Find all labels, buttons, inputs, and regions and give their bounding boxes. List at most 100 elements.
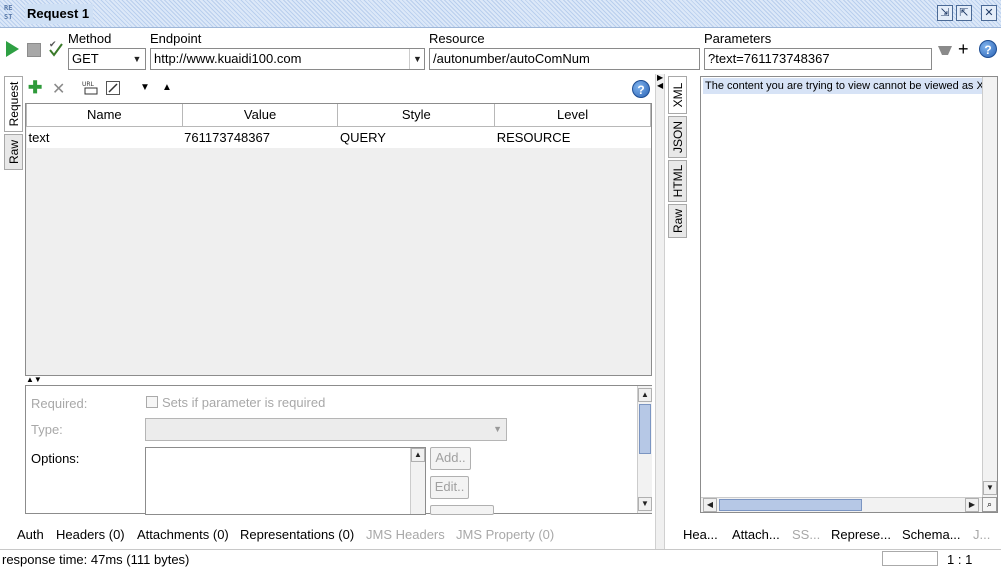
tab-response-representations[interactable]: Represe... <box>831 527 891 543</box>
tab-request[interactable]: Request <box>4 76 23 132</box>
resource-input[interactable]: /autonumber/autoComNum <box>429 48 700 70</box>
remove-option-button[interactable] <box>430 505 494 515</box>
required-label: Required: <box>31 396 88 411</box>
response-hscrollbar[interactable]: ◀ ▶ <box>701 497 982 512</box>
scroll-thumb[interactable] <box>639 404 651 454</box>
type-select[interactable]: ▼ <box>145 418 507 441</box>
tab-attachments[interactable]: Attachments (0) <box>137 527 229 543</box>
cursor-position: 1 : 1 <box>947 552 973 567</box>
table-row[interactable]: text 761173748367 QUERY RESOURCE <box>26 126 651 148</box>
tab-jms-headers[interactable]: JMS Headers <box>366 527 445 543</box>
close-icon[interactable]: ✕ <box>981 5 997 21</box>
help-icon[interactable]: ? <box>632 80 650 98</box>
response-viewer[interactable]: The content you are trying to view canno… <box>700 76 998 513</box>
response-message: The content you are trying to view canno… <box>703 78 983 94</box>
tab-json[interactable]: JSON <box>668 116 687 158</box>
scroll-up-icon[interactable]: ▲ <box>411 448 425 462</box>
cell-name[interactable]: text <box>26 126 183 148</box>
column-name[interactable]: Name <box>26 104 183 127</box>
add-icon[interactable]: + <box>958 39 969 59</box>
detach-icon[interactable]: ⇱ <box>956 5 972 21</box>
required-checkbox-label: Sets if parameter is required <box>162 395 326 410</box>
tab-schema[interactable]: Schema... <box>902 527 961 543</box>
parameters-value: ?text=761173748367 <box>708 51 830 66</box>
scroll-up-icon[interactable]: ▲ <box>638 388 652 402</box>
tab-jms[interactable]: J... <box>973 527 990 543</box>
column-style[interactable]: Style <box>337 104 496 127</box>
scroll-down-icon[interactable]: ▼ <box>638 497 652 511</box>
svg-text:✔: ✔ <box>49 40 57 50</box>
add-option-button[interactable]: Add.. <box>430 447 471 470</box>
tab-representations[interactable]: Representations (0) <box>240 527 354 543</box>
table-header: Name Value Style Level <box>26 104 651 127</box>
cell-style[interactable]: QUERY <box>337 126 495 148</box>
stop-icon[interactable] <box>27 43 41 57</box>
tab-headers[interactable]: Headers (0) <box>56 527 125 543</box>
tab-xml[interactable]: XML <box>668 76 687 114</box>
tab-raw-label: Raw <box>7 140 21 165</box>
response-time: response time: 47ms (111 bytes) <box>2 552 190 567</box>
tab-xml-label: XML <box>671 82 685 108</box>
split-divider[interactable]: ▶ ◀ <box>655 74 665 549</box>
parameters-label: Parameters <box>704 31 772 46</box>
scroll-right-icon[interactable]: ▶ <box>965 498 979 512</box>
tab-raw[interactable]: Raw <box>4 134 23 170</box>
tab-raw-response-label: Raw <box>671 209 685 234</box>
tab-response-headers[interactable]: Hea... <box>683 527 718 543</box>
tab-jms-property[interactable]: JMS Property (0) <box>456 527 554 543</box>
splitter-icon[interactable]: ▲▼ <box>26 376 42 384</box>
cell-value[interactable]: 761173748367 <box>182 126 338 148</box>
options-label: Options: <box>31 451 80 466</box>
options-list[interactable] <box>145 447 426 515</box>
chevron-down-icon: ▼ <box>493 424 502 434</box>
tab-raw-response[interactable]: Raw <box>668 204 687 238</box>
progress-bar <box>882 551 938 566</box>
endpoint-combo[interactable]: http://www.kuaidi100.com <box>150 48 425 70</box>
detail-scrollbar[interactable]: ▲ ▼ <box>637 386 652 513</box>
scroll-thumb[interactable] <box>719 499 862 511</box>
options-scrollbar[interactable]: ▲ <box>410 448 425 514</box>
edit-icon[interactable] <box>106 81 120 95</box>
resource-label: Resource <box>429 31 485 46</box>
method-value: GET <box>72 51 99 66</box>
svg-text:URL: URL <box>82 81 95 88</box>
minimize-icon[interactable]: ⇲ <box>937 5 953 21</box>
parameters-input[interactable]: ?text=761173748367 <box>704 48 932 70</box>
tab-request-label: Request <box>7 81 21 127</box>
tab-response-attachments[interactable]: Attach... <box>732 527 780 543</box>
column-level[interactable]: Level <box>494 104 651 127</box>
chevron-down-icon[interactable]: ▼ <box>409 49 425 69</box>
required-checkbox[interactable] <box>146 396 158 408</box>
remove-param-icon[interactable]: ✕ <box>52 79 65 99</box>
url-params-icon[interactable]: URL <box>82 80 100 96</box>
split-arrows-icon[interactable]: ▶ ◀ <box>657 74 663 90</box>
add-param-icon[interactable]: ✚ <box>28 78 42 98</box>
move-down-icon[interactable]: ▼ <box>140 82 150 93</box>
move-up-icon[interactable]: ▲ <box>162 82 172 93</box>
endpoint-value: http://www.kuaidi100.com <box>154 51 302 66</box>
column-value[interactable]: Value <box>181 104 339 127</box>
zoom-icon[interactable]: ⌕ <box>982 497 997 512</box>
tab-ssl[interactable]: SS... <box>792 527 820 543</box>
tab-auth[interactable]: Auth <box>17 527 44 543</box>
validate-icon[interactable]: ✔ <box>48 38 64 58</box>
tab-html-label: HTML <box>671 164 685 198</box>
chevron-down-icon[interactable]: ▼ <box>129 49 145 69</box>
scroll-left-icon[interactable]: ◀ <box>703 498 717 512</box>
resource-value: /autonumber/autoComNum <box>433 51 590 66</box>
title-bar <box>0 0 1001 28</box>
response-vscrollbar[interactable]: ▼ <box>982 77 997 497</box>
method-label: Method <box>68 31 112 46</box>
scroll-down-icon[interactable]: ▼ <box>983 481 997 495</box>
clear-icon[interactable] <box>938 44 952 56</box>
edit-option-button[interactable]: Edit.. <box>430 476 469 499</box>
endpoint-label: Endpoint <box>150 31 202 46</box>
run-icon[interactable] <box>4 40 20 58</box>
params-table: Name Value Style Level text 761173748367… <box>25 103 652 376</box>
cell-level[interactable]: RESOURCE <box>494 126 651 148</box>
type-label: Type: <box>31 422 63 437</box>
window-title: Request 1 <box>25 4 93 24</box>
help-icon[interactable]: ? <box>979 40 997 58</box>
rest-icon: RE ST <box>4 4 13 21</box>
tab-html[interactable]: HTML <box>668 160 687 202</box>
